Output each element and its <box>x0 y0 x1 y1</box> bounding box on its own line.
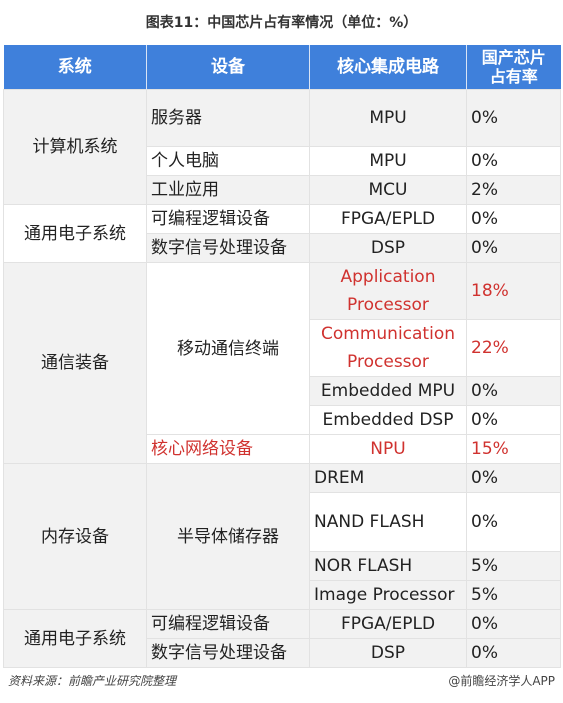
device-cell: 可编程逻辑设备 <box>146 204 310 234</box>
table-row: 计算机系统 服务器 MPU 0% <box>3 89 561 205</box>
ic-cell: NPU <box>309 434 467 464</box>
table-row: 通用电子系统 可编程逻辑设备 FPGA/EPLD 0% <box>3 609 561 668</box>
header-share: 国产芯片 占有率 <box>466 45 561 90</box>
share-cell: 0% <box>466 376 561 406</box>
ic-cell: DSP <box>309 233 467 263</box>
source-note: 资料来源：前瞻产业研究院整理 <box>8 674 177 688</box>
device-cell: 移动通信终端 <box>146 262 310 435</box>
ic-cell: Image Processor <box>309 580 467 610</box>
device-cell: 核心网络设备 <box>146 434 310 464</box>
ic-cell: Embedded DSP <box>309 405 467 435</box>
header-ic: 核心集成电路 <box>309 45 467 90</box>
header-device: 设备 <box>146 45 310 90</box>
device-cell: 数字信号处理设备 <box>146 638 310 668</box>
share-cell: 0% <box>466 463 561 493</box>
chip-share-table: 系统 设备 核心集成电路 国产芯片 占有率 计算机系统 服务器 MPU 0% 个人… <box>3 45 561 668</box>
table-row: 内存设备 半导体储存器 DREM 0% <box>3 463 561 610</box>
ic-cell: MCU <box>309 175 467 205</box>
ic-cell: Communication Processor <box>309 319 467 377</box>
ic-cell: MPU <box>309 146 467 176</box>
device-cell: 半导体储存器 <box>146 463 310 610</box>
system-cell: 通用电子系统 <box>3 609 147 668</box>
share-cell: 5% <box>466 551 561 581</box>
ic-cell: DREM <box>309 463 467 493</box>
share-cell: 0% <box>466 492 561 552</box>
ic-cell: Application Processor <box>309 262 467 320</box>
chart-title: 图表11：中国芯片占有率情况（单位：%） <box>145 15 418 31</box>
table-header-row: 系统 设备 核心集成电路 国产芯片 占有率 <box>3 45 561 90</box>
share-cell: 22% <box>466 319 561 377</box>
ic-cell: Embedded MPU <box>309 376 467 406</box>
share-cell: 5% <box>466 580 561 610</box>
header-system: 系统 <box>3 45 147 90</box>
device-cell: 工业应用 <box>146 175 310 205</box>
system-cell: 通信装备 <box>3 262 147 464</box>
table-row: 通信装备 移动通信终端 Application Processor 18% <box>3 262 561 464</box>
share-cell: 0% <box>466 638 561 668</box>
device-cell: 可编程逻辑设备 <box>146 609 310 639</box>
ic-cell: DSP <box>309 638 467 668</box>
ic-cell: NAND FLASH <box>309 492 467 552</box>
ic-cell: FPGA/EPLD <box>309 609 467 639</box>
share-cell: 0% <box>466 204 561 234</box>
credit-note: @前瞻经济学人APP <box>448 674 555 688</box>
ic-cell: MPU <box>309 89 467 147</box>
ic-cell: NOR FLASH <box>309 551 467 581</box>
share-cell: 0% <box>466 89 561 147</box>
share-cell: 0% <box>466 233 561 263</box>
system-cell: 通用电子系统 <box>3 204 147 263</box>
device-cell: 服务器 <box>146 89 310 147</box>
share-cell: 18% <box>466 262 561 320</box>
system-cell: 计算机系统 <box>3 89 147 205</box>
share-cell: 0% <box>466 609 561 639</box>
system-cell: 内存设备 <box>3 463 147 610</box>
share-cell: 15% <box>466 434 561 464</box>
share-cell: 0% <box>466 146 561 176</box>
device-cell: 个人电脑 <box>146 146 310 176</box>
device-cell: 数字信号处理设备 <box>146 233 310 263</box>
table-row: 通用电子系统 可编程逻辑设备 FPGA/EPLD 0% <box>3 204 561 263</box>
ic-cell: FPGA/EPLD <box>309 204 467 234</box>
share-cell: 0% <box>466 405 561 435</box>
share-cell: 2% <box>466 175 561 205</box>
